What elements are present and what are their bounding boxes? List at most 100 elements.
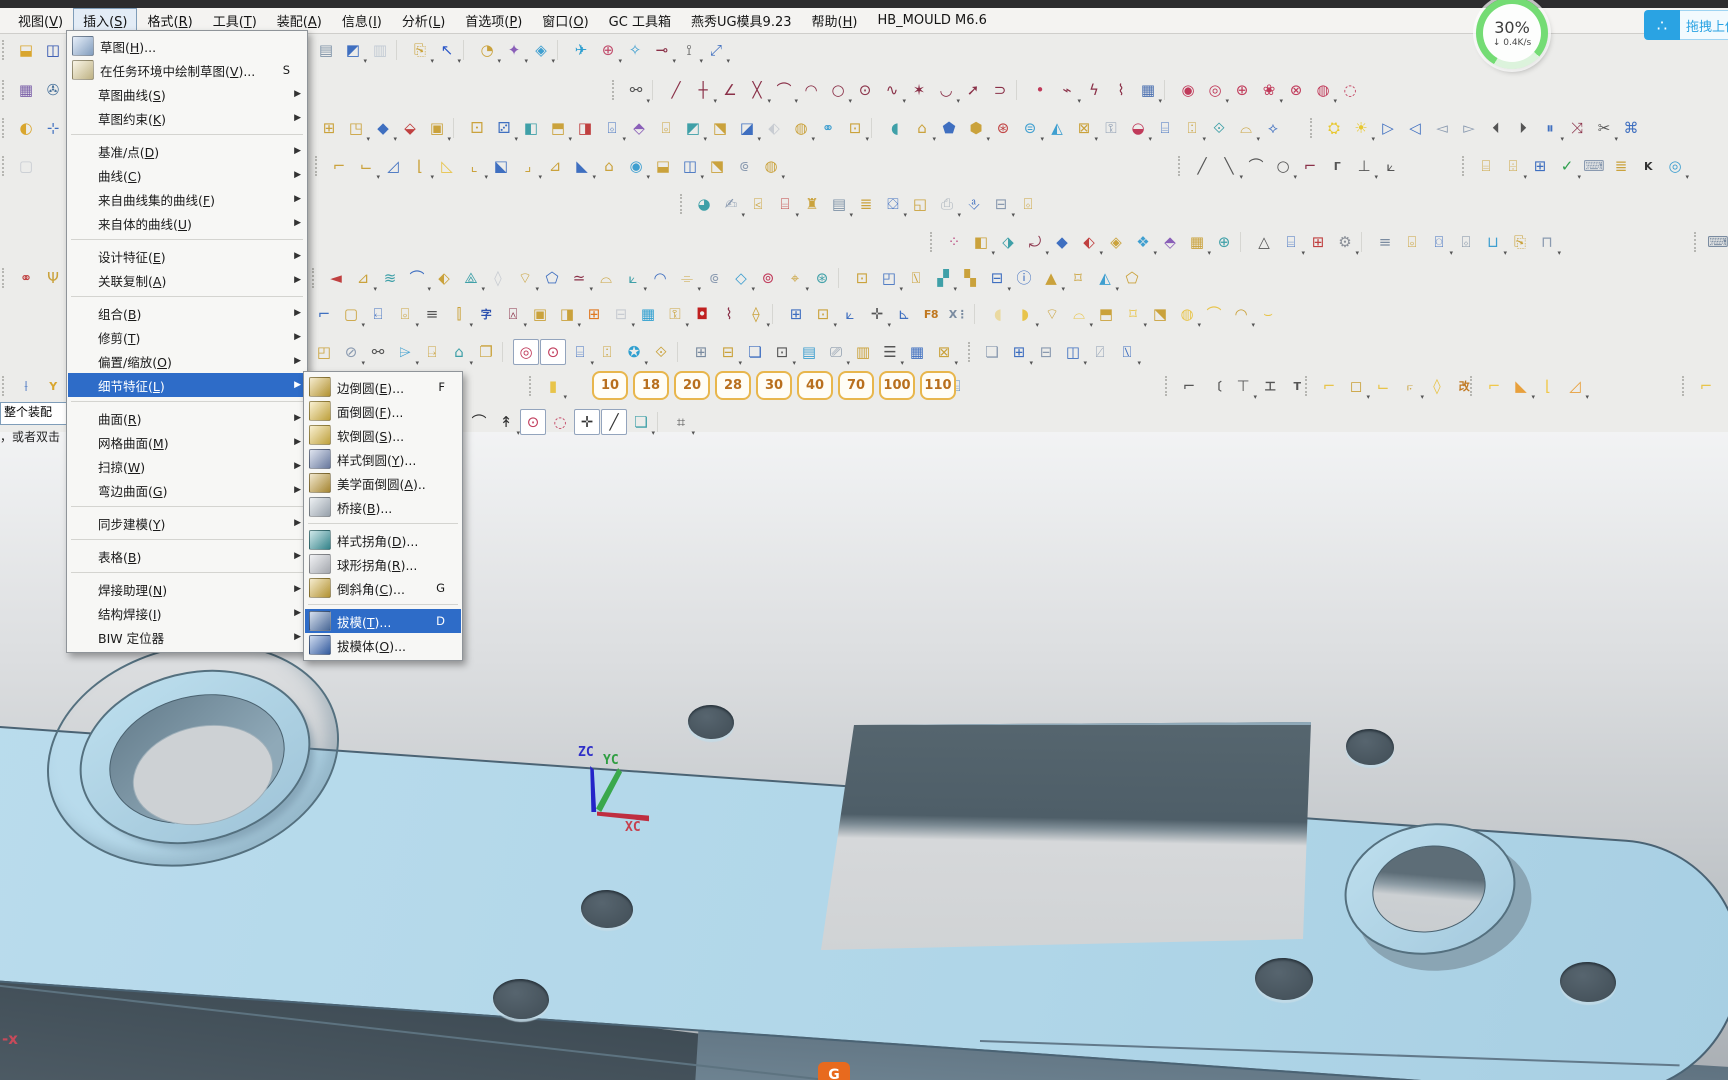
- toolbar-icon[interactable]: ⊕: [1229, 77, 1255, 103]
- insert-menu-item[interactable]: 关联复制(A)▶: [68, 268, 306, 292]
- insert-menu-item[interactable]: 细节特征(L)▶: [68, 373, 306, 397]
- toolbar-icon[interactable]: ⓘ: [1011, 265, 1037, 291]
- toolbar-icon[interactable]: ⌗▾: [668, 409, 694, 435]
- toolbar-icon[interactable]: ⚙▾: [1332, 229, 1358, 255]
- toolbar-icon[interactable]: ⊟▾: [608, 301, 634, 327]
- standard-value-button[interactable]: 28: [715, 371, 751, 400]
- toolbar-icon[interactable]: ⌺: [1015, 191, 1041, 217]
- toolbar-grip[interactable]: [312, 268, 318, 288]
- toolbar-icon[interactable]: ⊛: [809, 265, 835, 291]
- toolbar-icon[interactable]: ⎙▾: [934, 191, 960, 217]
- toolbar-icon[interactable]: ⊙: [852, 77, 878, 103]
- toolbar-icon[interactable]: ⬔: [707, 115, 733, 141]
- toolbar-icon[interactable]: ≡: [1372, 229, 1398, 255]
- toolbar-icon[interactable]: ○▾: [1270, 153, 1296, 179]
- toolbar-icon[interactable]: ▲▾: [1038, 265, 1064, 291]
- toolbar-icon[interactable]: ⊡▾: [769, 339, 795, 365]
- toolbar-icon[interactable]: ✍▾: [718, 191, 744, 217]
- menubar-item[interactable]: 首选项(P): [455, 8, 532, 33]
- toolbar-grip[interactable]: [2, 80, 8, 100]
- toolbar-icon[interactable]: X⋮: [945, 301, 971, 327]
- toolbar-icon[interactable]: ⌐: [311, 301, 337, 327]
- toolbar-icon[interactable]: ▦▾: [1184, 229, 1210, 255]
- toolbar-icon[interactable]: ⛋▾: [880, 191, 906, 217]
- dropdown-caret-icon[interactable]: ▾: [646, 98, 650, 105]
- toolbar-icon[interactable]: ⊔▾: [1480, 229, 1506, 255]
- toolbar-icon[interactable]: ⍂: [903, 265, 929, 291]
- toolbar-icon[interactable]: ⌓▾: [1233, 115, 1259, 141]
- toolbar-icon[interactable]: ▣▾: [424, 115, 450, 141]
- menubar-item[interactable]: 燕秀UG模具9.23: [681, 8, 802, 33]
- insert-menu-item[interactable]: 来自曲线集的曲线(F)▶: [68, 187, 306, 211]
- toolbar-icon[interactable]: ≣: [1608, 153, 1634, 179]
- toolbar-icon[interactable]: ⏴: [1483, 115, 1509, 141]
- toolbar-grip[interactable]: [529, 376, 535, 396]
- toolbar-icon[interactable]: ⌞▾: [461, 153, 487, 179]
- toolbar-icon[interactable]: △: [1251, 229, 1277, 255]
- submenu-item[interactable]: 倒斜角(C)...G: [305, 576, 461, 600]
- dropdown-caret-icon[interactable]: ▾: [691, 430, 695, 437]
- toolbar-icon[interactable]: ⎘: [1507, 229, 1533, 255]
- insert-menu-item[interactable]: 弯边曲面(G)▶: [68, 478, 306, 502]
- toolbar-icon[interactable]: ◫: [40, 37, 66, 63]
- toolbar-icon[interactable]: ✛▾: [864, 301, 890, 327]
- toolbar-icon[interactable]: ⊡: [849, 265, 875, 291]
- toolbar-icon[interactable]: ⚿: [1098, 115, 1124, 141]
- toolbar-icon[interactable]: ⊸▾: [649, 37, 675, 63]
- toolbar-icon[interactable]: ◄: [323, 265, 349, 291]
- toolbar-icon[interactable]: ◈▾: [528, 37, 554, 63]
- insert-menu-item[interactable]: 草图曲线(S)▶: [68, 82, 306, 106]
- toolbar-icon[interactable]: ⌸▾: [567, 339, 593, 365]
- insert-menu-item[interactable]: 组合(B)▶: [68, 301, 306, 325]
- toolbar-icon[interactable]: ◆: [1049, 229, 1075, 255]
- insert-menu-item[interactable]: 网格曲面(M)▶: [68, 430, 306, 454]
- dropdown-caret-icon[interactable]: ▾: [781, 174, 785, 181]
- toolbar-icon[interactable]: ⊞: [1305, 229, 1331, 255]
- submenu-item[interactable]: 球形拐角(R)...: [305, 552, 461, 576]
- toolbar-icon[interactable]: ◱: [907, 191, 933, 217]
- toolbar-icon[interactable]: ◉: [1175, 77, 1201, 103]
- submenu-item[interactable]: 边倒圆(E)...F: [305, 375, 461, 399]
- toolbar-icon[interactable]: ▤: [796, 339, 822, 365]
- toolbar-icon[interactable]: ╳▾: [744, 77, 770, 103]
- toolbar-icon[interactable]: ⫿▾: [446, 301, 472, 327]
- toolbar-icon[interactable]: ≃▾: [566, 265, 592, 291]
- toolbar-icon[interactable]: ⌨: [1705, 229, 1728, 255]
- toolbar-icon[interactable]: ⌸: [1152, 115, 1178, 141]
- toolbar-icon[interactable]: 〔: [1203, 373, 1229, 399]
- toolbar-grip[interactable]: [968, 342, 974, 362]
- toolbar-icon[interactable]: ▦▾: [1135, 77, 1161, 103]
- toolbar-icon[interactable]: ⌸▾: [772, 191, 798, 217]
- toolbar-icon[interactable]: F8: [918, 301, 944, 327]
- toolbar-icon[interactable]: ◿: [380, 153, 406, 179]
- toolbar-icon[interactable]: ❀▾: [1256, 77, 1282, 103]
- toolbar-icon[interactable]: ⍃: [745, 191, 771, 217]
- toolbar-icon[interactable]: ◔▾: [474, 37, 500, 63]
- toolbar-icon[interactable]: ⌘: [1618, 115, 1644, 141]
- toolbar-icon[interactable]: ⬓: [650, 153, 676, 179]
- toolbar-icon[interactable]: ▥: [367, 37, 393, 63]
- toolbar-icon[interactable]: ⬕: [488, 153, 514, 179]
- toolbar-icon[interactable]: ▢▾: [338, 301, 364, 327]
- toolbar-icon[interactable]: ◠▾: [1228, 301, 1254, 327]
- toolbar-icon[interactable]: ⬠: [1119, 265, 1145, 291]
- toolbar-icon[interactable]: ⌑▾: [1120, 301, 1146, 327]
- toolbar-icon[interactable]: ↟▾: [493, 409, 519, 435]
- toolbar-grip[interactable]: [930, 232, 936, 252]
- toolbar-icon[interactable]: ⚭: [815, 115, 841, 141]
- toolbar-icon[interactable]: Ψ: [40, 265, 66, 291]
- toolbar-icon[interactable]: ⌁▾: [1054, 77, 1080, 103]
- toolbar-icon[interactable]: ⌺: [1453, 229, 1479, 255]
- toolbar-icon[interactable]: ❏: [742, 339, 768, 365]
- toolbar-icon[interactable]: ❐: [473, 339, 499, 365]
- toolbar-icon[interactable]: ✈: [568, 37, 594, 63]
- toolbar-icon[interactable]: ╱: [601, 409, 627, 435]
- toolbar-icon[interactable]: ⌙▾: [353, 153, 379, 179]
- toolbar-icon[interactable]: ✂▾: [1591, 115, 1617, 141]
- toolbar-icon[interactable]: ◁: [1402, 115, 1428, 141]
- toolbar-icon[interactable]: ⌑: [1065, 265, 1091, 291]
- toolbar-icon[interactable]: ⊜▾: [1017, 115, 1043, 141]
- toolbar-icon[interactable]: ▢: [13, 153, 39, 179]
- menubar-item[interactable]: 帮助(H): [802, 8, 868, 33]
- toolbar-icon[interactable]: ☀▾: [1348, 115, 1374, 141]
